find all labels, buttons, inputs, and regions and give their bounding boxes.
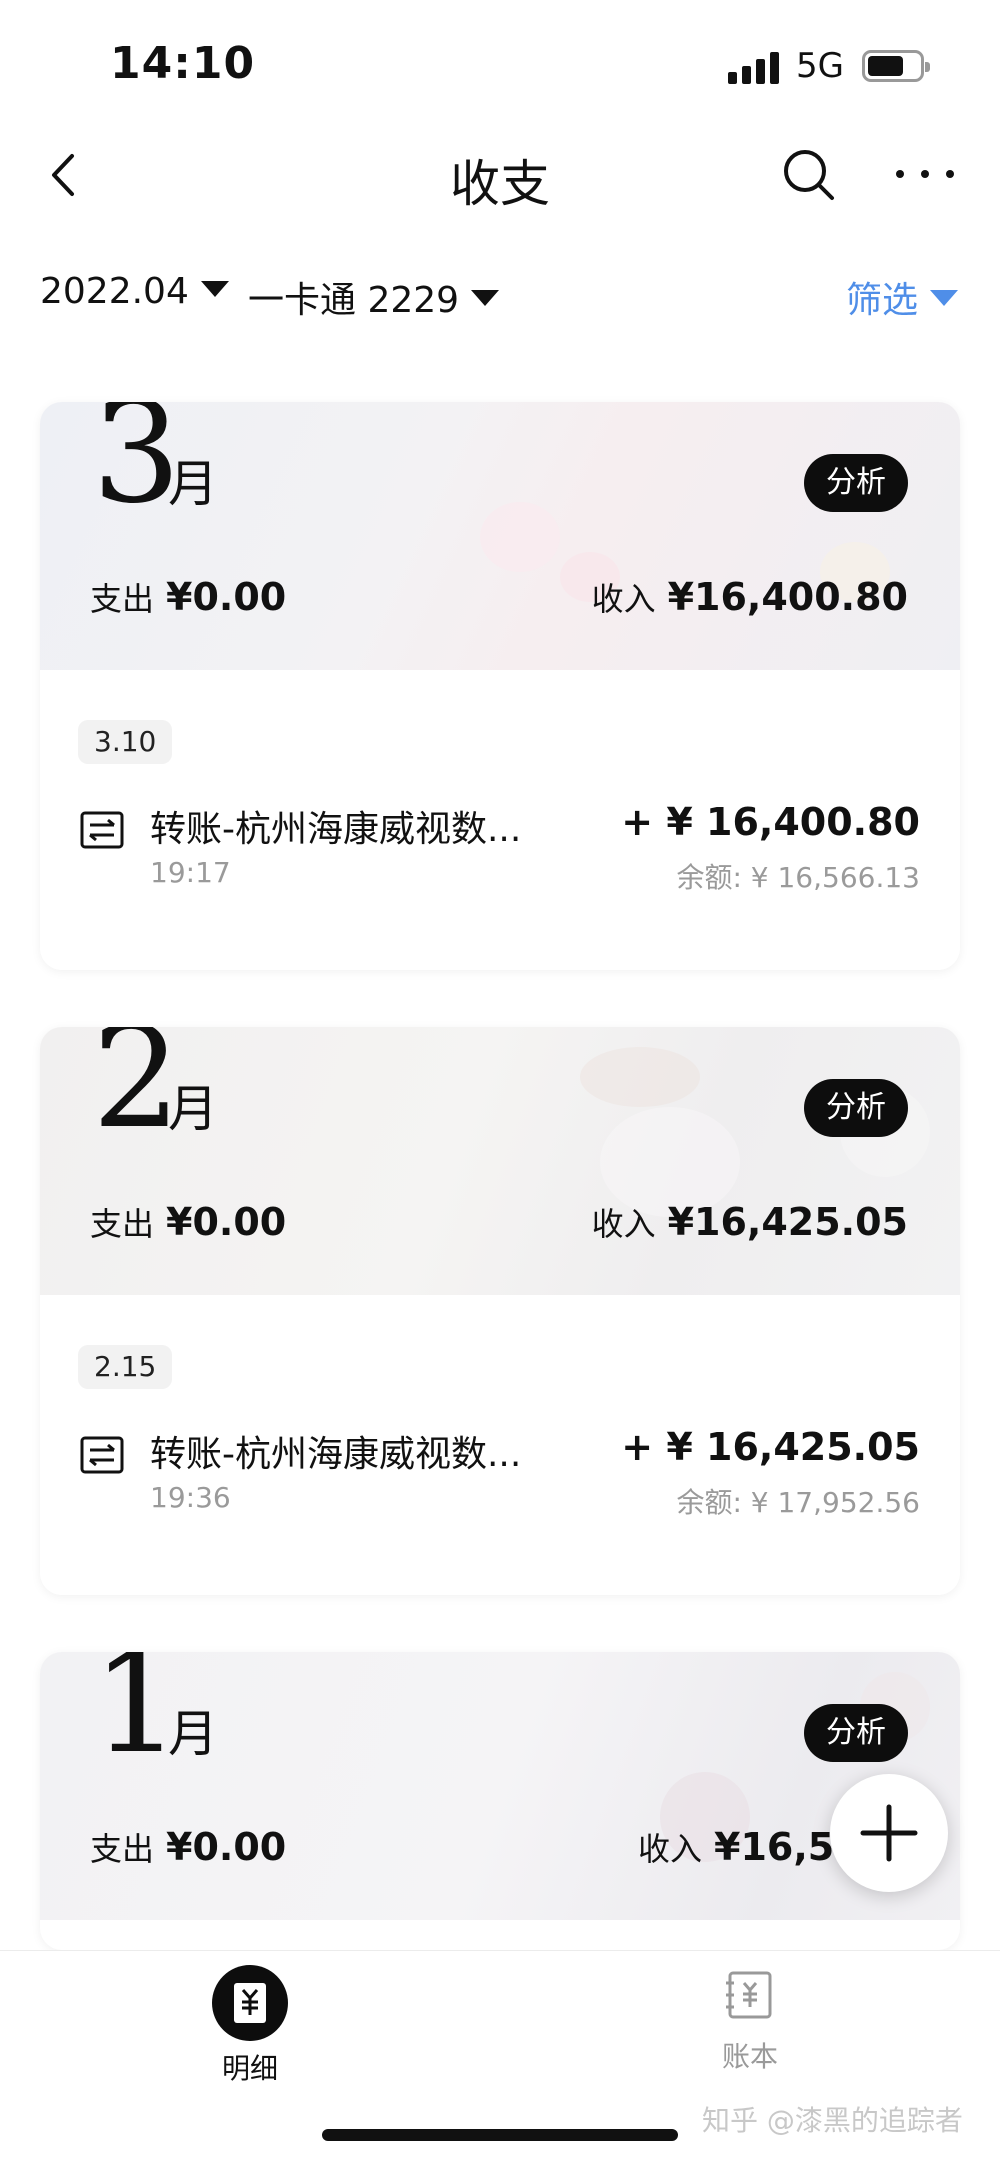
income-summary: 收入 ¥16,425.05 — [592, 1199, 908, 1245]
month-header: 3 月 分析 支出 ¥0.00 收入 ¥16,400.80 — [40, 402, 960, 670]
income-label: 收入 — [638, 1830, 703, 1868]
tab-label: 账本 — [721, 2040, 778, 2073]
battery-icon — [862, 50, 930, 82]
date-chip: 3.10 — [78, 720, 173, 764]
date-chip: 2.15 — [78, 1345, 173, 1389]
income-summary: 收入 ¥16,52 — [638, 1824, 861, 1870]
month-header: 2 月 分析 支出 ¥0.00 收入 ¥16,425.05 — [40, 1027, 960, 1295]
expense-label: 支出 — [90, 1830, 155, 1868]
month-card-february: 2 月 分析 支出 ¥0.00 收入 ¥16,425.05 2.15 转账-杭州海康… — [40, 1027, 960, 1595]
expense-amount: ¥0.00 — [166, 1200, 287, 1244]
expense-label: 支出 — [90, 580, 155, 618]
month-card-january: 1 月 分析 支出 ¥0.00 收入 ¥16,52 — [40, 1652, 960, 1950]
account-dropdown-label: 一卡通 2229 — [248, 280, 460, 321]
analyze-button[interactable]: 分析 — [804, 1079, 908, 1137]
more-button[interactable] — [890, 146, 960, 202]
date-dropdown[interactable]: 2022.04 — [40, 271, 229, 312]
yuan-receipt-icon — [212, 1965, 288, 2041]
month-unit: 月 — [168, 1705, 218, 1763]
month-unit: 月 — [168, 455, 218, 513]
signal-icon — [728, 50, 780, 84]
transaction-list: 3.10 转账-杭州海康威视数... 19:17 + ¥ 16,400.80 余… — [40, 670, 960, 970]
transfer-icon — [80, 811, 124, 849]
page-title: 收支 — [450, 155, 550, 213]
analyze-button[interactable]: 分析 — [804, 1704, 908, 1762]
add-button[interactable] — [830, 1774, 948, 1892]
income-label: 收入 — [591, 1205, 656, 1243]
transaction-time: 19:36 — [150, 1481, 231, 1514]
network-label: 5G — [796, 46, 844, 86]
transaction-amount: + ¥ 16,425.05 — [621, 1425, 920, 1469]
date-dropdown-label: 2022.04 — [40, 271, 189, 312]
status-bar: 14:10 5G — [0, 0, 1000, 120]
expense-amount: ¥0.00 — [166, 1825, 287, 1869]
transaction-balance: 余额: ¥ 16,566.13 — [676, 861, 920, 894]
search-button[interactable] — [780, 146, 836, 202]
income-amount: ¥16,400.80 — [667, 575, 908, 619]
filter-button[interactable]: 筛选 — [846, 271, 959, 323]
nav-bar: 收支 — [0, 130, 1000, 220]
more-dots-icon — [896, 170, 954, 178]
expense-summary: 支出 ¥0.00 — [90, 1824, 286, 1870]
month-unit: 月 — [168, 1080, 218, 1138]
transaction-list: 2.15 转账-杭州海康威视数... 19:36 + ¥ 16,425.05 余… — [40, 1295, 960, 1595]
income-summary: 收入 ¥16,400.80 — [592, 574, 908, 620]
transaction-title: 转账-杭州海康威视数... — [150, 1434, 522, 1475]
transaction-row[interactable]: 转账-杭州海康威视数... 19:17 + ¥ 16,400.80 余额: ¥ … — [40, 800, 960, 910]
battery-fill — [868, 56, 903, 76]
month-header: 1 月 分析 支出 ¥0.00 收入 ¥16,52 — [40, 1652, 960, 1920]
transaction-row[interactable]: 转账-杭州海康威视数... 19:36 + ¥ 16,425.05 余额: ¥ … — [40, 1425, 960, 1535]
home-indicator — [322, 2129, 678, 2141]
status-time: 14:10 — [110, 38, 256, 89]
transaction-amount: + ¥ 16,400.80 — [621, 800, 920, 844]
expense-summary: 支出 ¥0.00 — [90, 574, 286, 620]
caret-down-icon — [930, 290, 959, 306]
transaction-balance: 余额: ¥ 17,952.56 — [676, 1486, 920, 1519]
month-card-march: 3 月 分析 支出 ¥0.00 收入 ¥16,400.80 3.10 转账-杭州海康… — [40, 402, 960, 970]
expense-amount: ¥0.00 — [166, 575, 287, 619]
caret-down-icon — [200, 281, 229, 297]
search-icon — [784, 150, 834, 200]
tab-ledger[interactable]: 账本 — [650, 1951, 850, 2091]
account-dropdown[interactable]: 一卡通 2229 — [248, 271, 500, 323]
transaction-time: 19:17 — [150, 856, 231, 889]
tab-label: 明细 — [221, 2052, 278, 2085]
tab-bar: 明细 账本 知乎 @漆黑的追踪者 — [0, 1950, 1000, 2164]
filter-label: 筛选 — [846, 280, 919, 321]
income-amount: ¥16,425.05 — [667, 1200, 908, 1244]
transfer-icon — [80, 1436, 124, 1474]
expense-label: 支出 — [90, 1205, 155, 1243]
analyze-button[interactable]: 分析 — [804, 454, 908, 512]
income-label: 收入 — [591, 580, 656, 618]
caret-down-icon — [471, 290, 500, 306]
transaction-title: 转账-杭州海康威视数... — [150, 809, 522, 850]
plus-icon — [860, 1804, 918, 1862]
filter-bar: 2022.04 一卡通 2229 筛选 — [0, 265, 1000, 325]
watermark: 知乎 @漆黑的追踪者 — [702, 2104, 963, 2137]
ledger-icon — [726, 1971, 772, 2019]
expense-summary: 支出 ¥0.00 — [90, 1199, 286, 1245]
tab-detail[interactable]: 明细 — [150, 1951, 350, 2091]
